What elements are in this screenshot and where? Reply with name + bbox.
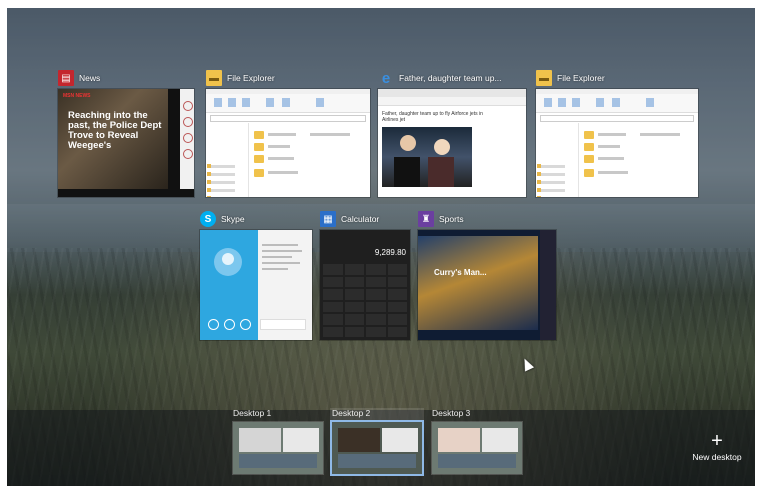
calculator-icon: ▦ bbox=[320, 211, 336, 227]
desktop-1[interactable]: Desktop 1 bbox=[233, 408, 323, 474]
headline: Reaching into the past, the Police Dept … bbox=[68, 110, 162, 151]
desktop-label: Desktop 1 bbox=[233, 408, 272, 418]
window-title: Calculator bbox=[341, 214, 380, 224]
new-desktop-button[interactable]: + New desktop bbox=[690, 430, 744, 462]
desktop-3[interactable]: Desktop 3 bbox=[432, 408, 522, 474]
window-title: Sports bbox=[439, 214, 464, 224]
calculator-display: 9,289.80 bbox=[374, 248, 406, 257]
window-title: News bbox=[79, 73, 101, 83]
folder-icon: ▬ bbox=[206, 70, 222, 86]
edge-icon: e bbox=[381, 69, 391, 87]
window-thumbnail[interactable]: Curry's Man... bbox=[418, 230, 556, 340]
window-thumbnail[interactable] bbox=[200, 230, 312, 340]
window-title: Skype bbox=[221, 214, 245, 224]
plus-icon: + bbox=[711, 430, 723, 452]
desktop-thumbnail[interactable] bbox=[432, 422, 522, 474]
window-header: ▦ Calculator bbox=[320, 210, 379, 228]
folder-icon: ▬ bbox=[536, 70, 552, 86]
sidebar bbox=[180, 89, 194, 189]
window-thumbnail[interactable]: MSN NEWS Reaching into the past, the Pol… bbox=[58, 89, 194, 197]
window-thumbnail[interactable]: 9,289.80 bbox=[320, 230, 410, 340]
desktop-thumbnail[interactable] bbox=[233, 422, 323, 474]
window-thumbnail[interactable]: Father, daughter team up to fly Airforce… bbox=[378, 89, 526, 197]
window-header: ▬ File Explorer bbox=[536, 69, 605, 87]
headline: Curry's Man... bbox=[434, 268, 487, 277]
window-thumbnail[interactable] bbox=[206, 89, 370, 197]
window-title: File Explorer bbox=[557, 73, 605, 83]
skype-icon: S bbox=[200, 211, 216, 227]
new-desktop-label: New desktop bbox=[692, 452, 742, 462]
article-photo bbox=[382, 127, 472, 187]
brand-label: MSN NEWS bbox=[63, 93, 91, 99]
window-header: ▤ News bbox=[58, 69, 100, 87]
window-title: File Explorer bbox=[227, 73, 275, 83]
news-icon: ▤ bbox=[58, 70, 74, 86]
hero-image bbox=[418, 236, 538, 330]
article-headline: Father, daughter team up to fly Airforce… bbox=[382, 111, 483, 123]
window-header: ♜ Sports bbox=[418, 210, 464, 228]
desktop-2[interactable]: Desktop 2 bbox=[330, 408, 424, 474]
avatar bbox=[214, 248, 242, 276]
window-header: ▬ File Explorer bbox=[206, 69, 275, 87]
window-thumbnail[interactable] bbox=[536, 89, 698, 197]
desktop-thumbnail[interactable] bbox=[332, 422, 422, 474]
desktop-label: Desktop 3 bbox=[432, 408, 471, 418]
window-title: Father, daughter team up... bbox=[399, 73, 502, 83]
window-header: S Skype bbox=[200, 210, 245, 228]
window-header: e Father, daughter team up... bbox=[378, 69, 502, 87]
contact-panel bbox=[200, 230, 258, 340]
trophy-icon: ♜ bbox=[418, 211, 434, 227]
desktop-label: Desktop 2 bbox=[332, 408, 371, 418]
